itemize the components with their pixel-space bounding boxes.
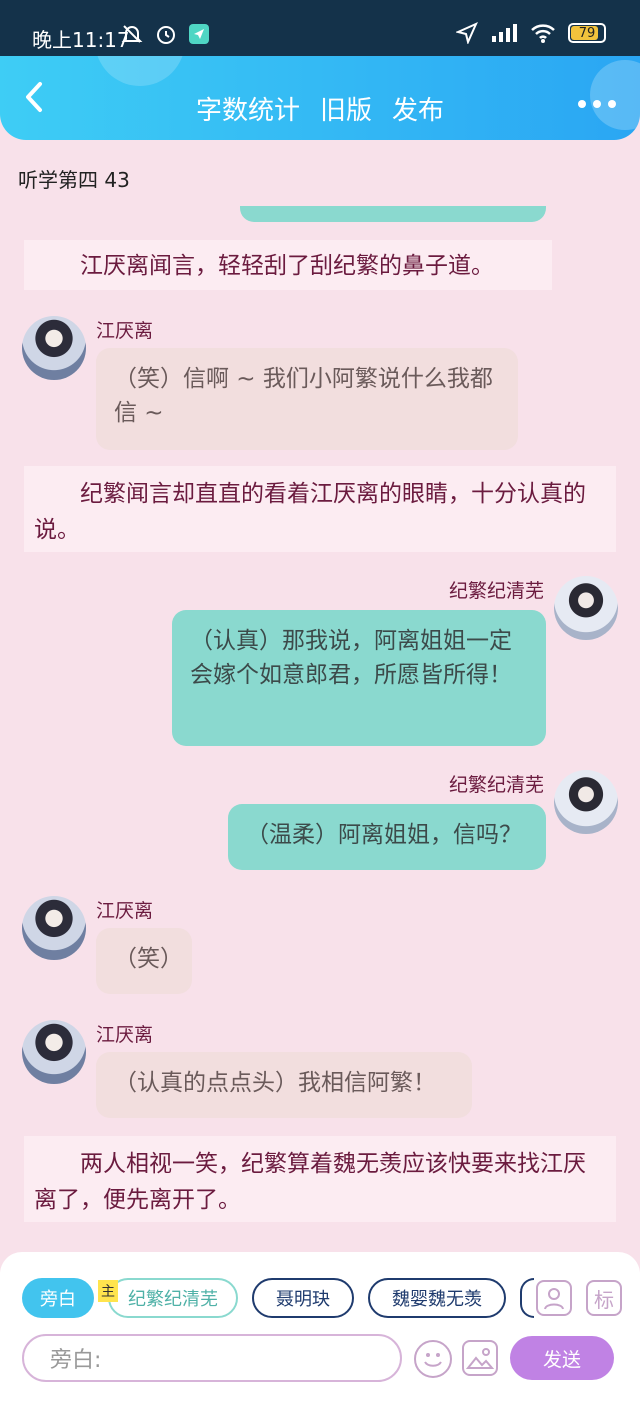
- speaker-name: 纪繁纪清芜: [448, 774, 544, 796]
- message-bubble-left[interactable]: （笑）信啊 ~ 我们小阿繁说什么我都信 ~: [96, 348, 518, 450]
- header-menu: 字数统计 旧版 发布: [196, 90, 444, 127]
- signal-icon: [492, 24, 517, 42]
- message-bubble-left[interactable]: （认真的点点头）我相信阿繁！: [96, 1052, 472, 1118]
- alarm-icon: [157, 26, 175, 44]
- app-header: 字数统计 旧版 发布: [0, 56, 640, 140]
- role-chip-wei-wuxian[interactable]: 魏婴魏无羡: [368, 1278, 506, 1318]
- role-chip-partial[interactable]: [520, 1278, 534, 1318]
- role-chip-nie-mingjue[interactable]: 聂明玦: [252, 1278, 354, 1318]
- avatar-jiang-yanli[interactable]: [22, 896, 86, 960]
- main-character-badge: 主: [98, 1280, 118, 1302]
- partial-message-bubble: [240, 206, 546, 222]
- old-version-button[interactable]: 旧版: [320, 90, 372, 127]
- speaker-name: 纪繁纪清芜: [448, 580, 544, 602]
- avatar-ji-fan[interactable]: [554, 770, 618, 834]
- avatar-jiang-yanli[interactable]: [22, 1020, 86, 1084]
- tag-icon[interactable]: 标: [586, 1280, 622, 1316]
- status-bar: 晚上11:17 79: [0, 0, 640, 56]
- speaker-name: 江厌离: [96, 320, 154, 342]
- message-bubble-right[interactable]: （认真）那我说，阿离姐姐一定会嫁个如意郎君，所愿皆所得！: [172, 610, 546, 746]
- narration-block[interactable]: 江厌离闻言，轻轻刮了刮纪繁的鼻子道。: [24, 240, 552, 290]
- chapter-title: 听学第四 43: [18, 168, 130, 192]
- bell-muted-icon: [121, 25, 143, 43]
- location-icon: [456, 22, 478, 44]
- publish-button[interactable]: 发布: [392, 90, 444, 127]
- narration-block[interactable]: 两人相视一笑，纪繁算着魏无羡应该快要来找江厌离了，便先离开了。: [24, 1136, 616, 1222]
- emoji-icon[interactable]: [414, 1340, 452, 1378]
- message-bubble-left[interactable]: （笑）: [96, 928, 192, 994]
- image-icon[interactable]: [462, 1340, 498, 1376]
- send-button[interactable]: 发送: [510, 1336, 614, 1380]
- word-count-button[interactable]: 字数统计: [196, 90, 300, 127]
- message-input[interactable]: 旁白:: [22, 1334, 402, 1382]
- avatar-jiang-yanli[interactable]: [22, 316, 86, 380]
- narration-block[interactable]: 纪繁闻言却直直的看着江厌离的眼睛，十分认真的说。: [24, 466, 616, 552]
- app-notification-icon: [189, 24, 209, 44]
- back-arrow-icon[interactable]: [18, 80, 52, 114]
- speaker-name: 江厌离: [96, 900, 154, 922]
- role-chip-narrator[interactable]: 旁白: [22, 1278, 94, 1318]
- message-bubble-right[interactable]: （温柔）阿离姐姐，信吗？: [228, 804, 546, 870]
- composer-panel: 旁白 纪繁纪清芜 聂明玦 魏婴魏无羡 主 标 旁白: 发送: [0, 1252, 640, 1382]
- battery-indicator: 79: [568, 23, 606, 43]
- avatar-ji-fan[interactable]: [554, 576, 618, 640]
- speaker-name: 江厌离: [96, 1024, 154, 1046]
- more-options-icon[interactable]: [578, 100, 616, 108]
- role-chip-ji-fan[interactable]: 纪繁纪清芜: [108, 1278, 238, 1318]
- wifi-icon: [531, 24, 555, 43]
- status-time: 晚上11:17: [32, 28, 130, 52]
- character-manage-icon[interactable]: [536, 1280, 572, 1316]
